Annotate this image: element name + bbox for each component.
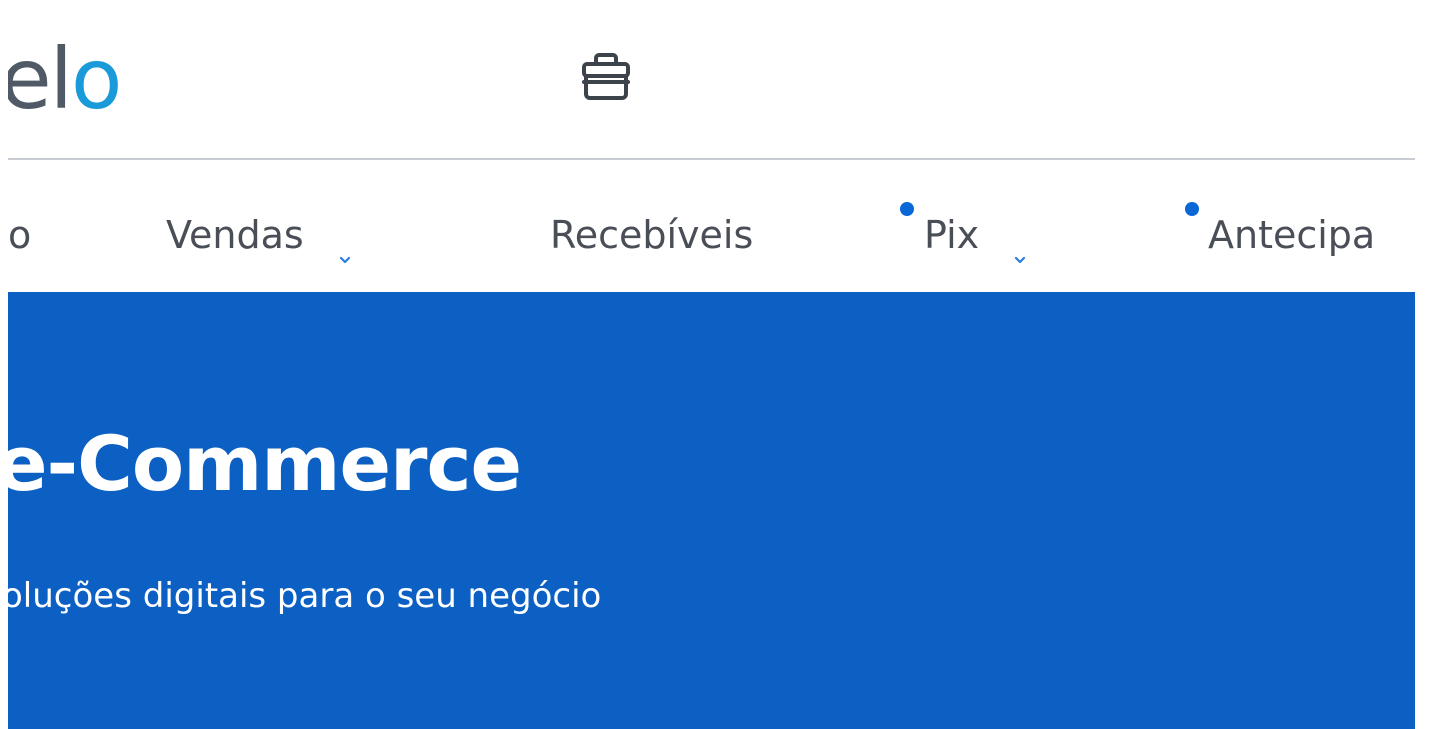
hero-title: e-Commerce: [8, 419, 522, 508]
site-header: elo: [8, 0, 1415, 158]
page: elo o Vendas Recebíveis Pix Antecipa e-C…: [8, 0, 1415, 729]
logo-accent-letter: o: [71, 30, 122, 128]
nav-item-antecipacao[interactable]: Antecipa: [1208, 212, 1375, 258]
nav-item-vendas[interactable]: Vendas: [166, 212, 352, 263]
chevron-down-icon: [1013, 231, 1027, 263]
logo-text: el: [8, 30, 73, 128]
nav-item-label: Pix: [924, 213, 980, 257]
chevron-down-icon: [338, 231, 352, 263]
new-indicator-dot: [900, 202, 914, 216]
nav-item-recebiveis[interactable]: Recebíveis: [550, 212, 753, 258]
nav-item-label: o: [8, 213, 32, 257]
hero-banner: e-Commerce oluções digitais para o seu n…: [8, 292, 1415, 729]
store-icon[interactable]: [576, 50, 636, 106]
nav-item-label: Antecipa: [1208, 213, 1376, 257]
nav-item-pix[interactable]: Pix: [924, 212, 1027, 263]
main-nav: o Vendas Recebíveis Pix Antecipa: [8, 160, 1415, 292]
new-indicator-dot: [1185, 202, 1199, 216]
nav-item-label: Recebíveis: [550, 213, 754, 257]
nav-item-inicio[interactable]: o: [8, 212, 31, 258]
brand-logo[interactable]: elo: [8, 34, 122, 124]
nav-item-label: Vendas: [166, 213, 304, 257]
hero-subtitle: oluções digitais para o seu negócio: [8, 576, 602, 616]
